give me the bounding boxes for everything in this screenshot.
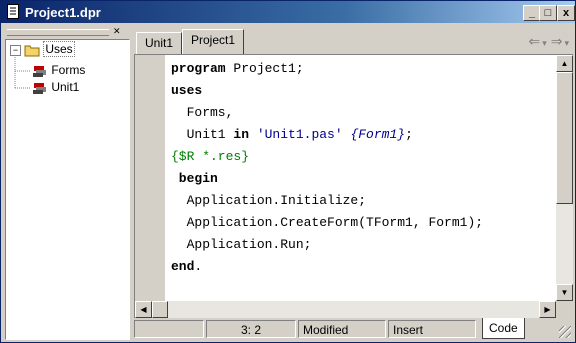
size-grip[interactable] (559, 326, 571, 338)
code-token: Project1; (225, 61, 304, 76)
editor-gutter[interactable] (135, 55, 165, 301)
code-line[interactable]: uses (171, 80, 202, 102)
code-token: Application.Run; (171, 237, 312, 252)
tree-node-forms[interactable]: Forms (32, 63, 85, 78)
horizontal-scroll-thumb[interactable] (152, 301, 168, 318)
title-bar[interactable]: Project1.dpr _ □ x (1, 1, 575, 23)
tree-node-unit1[interactable]: Unit1 (32, 80, 79, 95)
status-panel-empty (134, 320, 204, 338)
code-line[interactable]: {$R *.res} (171, 146, 249, 168)
ide-window: Project1.dpr _ □ x ✕ − Uses Forms Unit1 … (0, 0, 576, 343)
chevron-down-icon[interactable]: ▾ (542, 38, 547, 48)
scroll-left-button[interactable]: ◀ (135, 301, 152, 318)
window-title: Project1.dpr (25, 5, 101, 20)
back-arrow-icon[interactable]: ⇐ (528, 33, 540, 49)
code-explorer-tree[interactable]: − Uses Forms Unit1 (5, 39, 130, 340)
code-token: in (233, 127, 250, 142)
horizontal-scrollbar[interactable]: ◀ ▶ (135, 301, 556, 318)
tree-node-label: Unit1 (51, 80, 80, 94)
tab-unit1[interactable]: Unit1 (136, 32, 183, 54)
close-pane-icon[interactable]: ✕ (113, 26, 121, 37)
code-token: Unit1 (171, 127, 234, 142)
code-area[interactable]: program Project1; uses Forms, Unit1 in 'U… (165, 55, 556, 301)
editor-pane: Unit1 Project1 ⇐ ▾ ⇒ ▾ program Project1; use… (134, 25, 573, 340)
code-line[interactable]: Application.Initialize; (171, 190, 366, 212)
vertical-scroll-thumb[interactable] (556, 72, 573, 204)
scroll-down-button[interactable]: ▼ (556, 284, 573, 301)
insert-mode-status: Insert (388, 320, 476, 338)
code-line[interactable]: end. (171, 256, 202, 278)
code-token: program (171, 61, 226, 76)
dock-grip[interactable] (7, 29, 109, 36)
code-token: Application.CreateForm(TForm1, Form1); (171, 215, 484, 230)
code-token: ; (405, 127, 413, 142)
document-icon (7, 4, 19, 19)
maximize-button[interactable]: □ (539, 5, 557, 21)
close-button[interactable]: x (557, 5, 575, 21)
code-tab[interactable]: Code (482, 318, 525, 339)
unit-icon (33, 65, 46, 77)
code-line[interactable]: begin (171, 168, 218, 190)
code-token: end (171, 259, 195, 274)
navigation-buttons: ⇐ ▾ ⇒ ▾ (524, 33, 569, 50)
folder-icon (24, 45, 40, 57)
code-line[interactable]: Application.CreateForm(TForm1, Form1); (171, 212, 483, 234)
code-editor[interactable]: program Project1; uses Forms, Unit1 in 'U… (134, 54, 573, 318)
status-bar: 3: 2 Modified Insert Code (134, 318, 573, 340)
tree-node-label: Forms (51, 63, 86, 77)
forward-arrow-icon[interactable]: ⇒ (551, 33, 563, 49)
code-token: uses (171, 83, 203, 98)
code-line[interactable]: Forms, (171, 102, 234, 124)
tree-node-uses[interactable]: Uses (24, 41, 75, 57)
code-line[interactable]: Application.Run; (171, 234, 312, 256)
tree-collapse-toggle[interactable]: − (10, 45, 21, 56)
code-token: Forms, (171, 105, 234, 120)
code-explorer-header: ✕ (3, 25, 130, 39)
client-area: ✕ − Uses Forms Unit1 Unit1 Project1 ⇐ ▾ … (3, 25, 573, 340)
chevron-down-icon[interactable]: ▾ (564, 38, 569, 48)
modified-status: Modified (298, 320, 386, 338)
code-token: . (194, 259, 203, 274)
tree-node-label: Uses (43, 41, 75, 57)
code-token: 'Unit1.pas' (249, 127, 351, 142)
unit-icon (33, 82, 46, 94)
tab-project1[interactable]: Project1 (182, 29, 245, 54)
scrollbar-corner (556, 301, 573, 318)
code-token: begin (171, 171, 218, 186)
scroll-up-button[interactable]: ▲ (556, 55, 573, 72)
cursor-position: 3: 2 (206, 320, 296, 338)
code-token: {$R *.res} (171, 149, 250, 164)
editor-tab-bar: Unit1 Project1 ⇐ ▾ ⇒ ▾ (134, 25, 573, 55)
code-token: Application.Initialize; (171, 193, 367, 208)
scroll-right-button[interactable]: ▶ (539, 301, 556, 318)
code-token: {Form1} (350, 127, 406, 142)
code-line[interactable]: program Project1; (171, 58, 304, 80)
code-explorer-panel: ✕ − Uses Forms Unit1 (3, 25, 130, 340)
vertical-scrollbar[interactable]: ▲ ▼ (556, 55, 573, 301)
code-line[interactable]: Unit1 in 'Unit1.pas' {Form1}; (171, 124, 413, 146)
